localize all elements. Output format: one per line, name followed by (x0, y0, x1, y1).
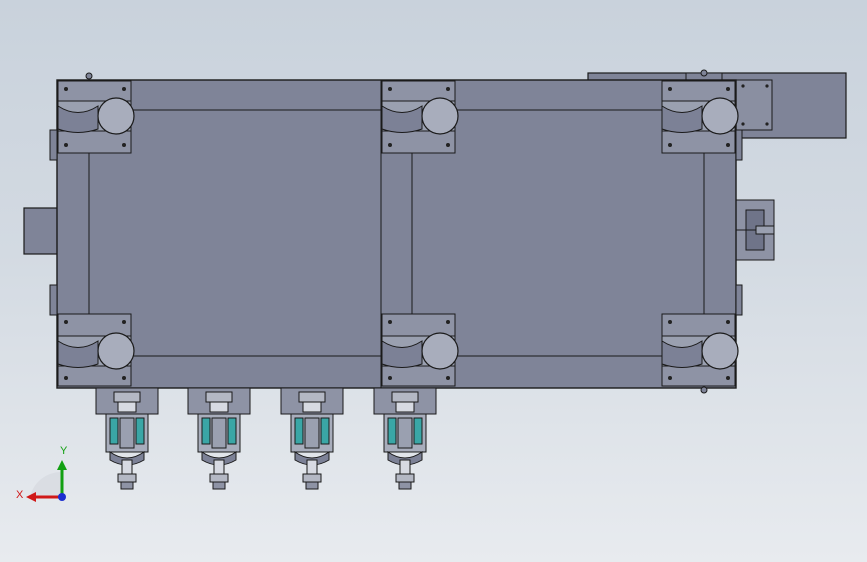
y-axis-label: Y (60, 445, 68, 457)
cad-viewport[interactable]: Y X (0, 0, 867, 562)
bearing-block[interactable] (381, 80, 459, 154)
bearing-block[interactable] (661, 80, 739, 154)
x-axis-label: X (16, 489, 24, 501)
coordinate-triad: Y X (16, 445, 68, 502)
bearing-block[interactable] (381, 313, 459, 387)
bearing-block[interactable] (57, 80, 135, 154)
bearing-block[interactable] (661, 313, 739, 387)
z-axis-dot (58, 493, 66, 501)
y-axis-arrowhead (57, 460, 67, 470)
right-coupling[interactable] (735, 199, 775, 261)
bearing-block[interactable] (57, 313, 135, 387)
cylinder-unit[interactable] (373, 387, 437, 490)
cylinder-unit[interactable] (280, 387, 344, 490)
cylinder-unit[interactable] (187, 387, 251, 490)
left-shaft[interactable] (23, 207, 59, 255)
cylinder-unit[interactable] (95, 387, 159, 490)
